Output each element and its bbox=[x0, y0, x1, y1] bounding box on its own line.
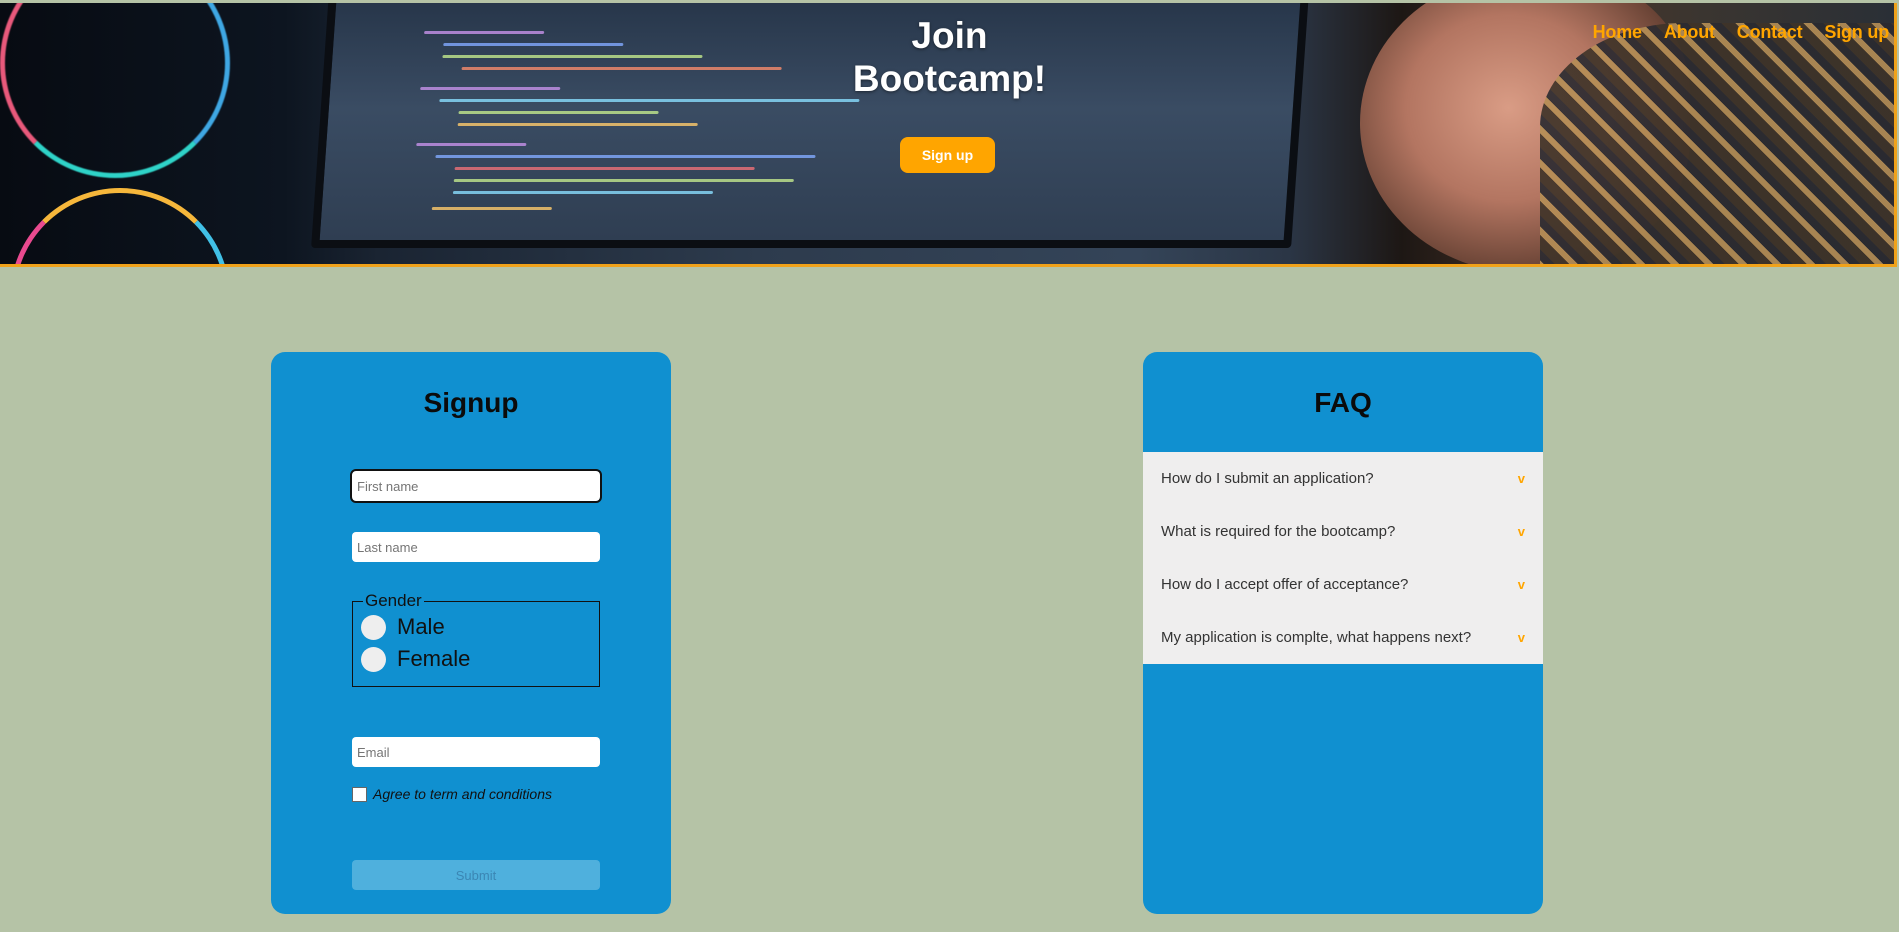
male-label: Male bbox=[397, 614, 445, 639]
faq-item[interactable]: How do I accept offer of acceptance? v bbox=[1143, 558, 1543, 611]
submit-button[interactable]: Submit bbox=[352, 860, 600, 890]
gender-option-female[interactable]: Female bbox=[361, 643, 591, 675]
nav-signup-link[interactable]: Sign up bbox=[1824, 22, 1889, 43]
nav-home-link[interactable]: Home bbox=[1593, 22, 1642, 43]
email-input[interactable] bbox=[352, 737, 600, 767]
faq-item[interactable]: My application is complte, what happens … bbox=[1143, 611, 1543, 664]
faq-question: My application is complte, what happens … bbox=[1161, 629, 1472, 646]
gender-legend: Gender bbox=[365, 591, 422, 610]
faq-item[interactable]: What is required for the bootcamp? v bbox=[1143, 505, 1543, 558]
faq-card: FAQ How do I submit an application? v Wh… bbox=[1143, 352, 1543, 914]
female-label: Female bbox=[397, 646, 471, 671]
faq-item[interactable]: How do I submit an application? v bbox=[1143, 452, 1543, 505]
terms-row[interactable]: Agree to term and conditions bbox=[352, 786, 552, 802]
faq-question: How do I accept offer of acceptance? bbox=[1161, 576, 1409, 593]
chevron-down-icon[interactable]: v bbox=[1518, 630, 1525, 645]
top-nav: Home About Contact Sign up bbox=[1593, 22, 1890, 43]
terms-label: Agree to term and conditions bbox=[373, 786, 552, 802]
signup-card: Signup Gender Male Female Agree to term … bbox=[271, 352, 671, 914]
gender-fieldset: Gender Male Female bbox=[352, 591, 600, 687]
male-radio[interactable] bbox=[361, 614, 386, 640]
terms-checkbox[interactable] bbox=[352, 786, 367, 802]
chevron-down-icon[interactable]: v bbox=[1518, 577, 1525, 592]
chevron-down-icon[interactable]: v bbox=[1518, 524, 1525, 539]
faq-question: How do I submit an application? bbox=[1161, 470, 1374, 487]
chevron-down-icon[interactable]: v bbox=[1518, 471, 1525, 486]
hero-signup-button[interactable]: Sign up bbox=[900, 137, 995, 173]
hero-title-line2: Bootcamp! bbox=[852, 58, 1047, 99]
nav-contact-link[interactable]: Contact bbox=[1737, 22, 1803, 43]
rgb-fan-ring-decoration bbox=[10, 188, 230, 264]
faq-question: What is required for the bootcamp? bbox=[1161, 523, 1396, 540]
first-name-input[interactable] bbox=[350, 469, 602, 503]
female-radio[interactable] bbox=[361, 646, 386, 672]
faq-title: FAQ bbox=[1314, 387, 1372, 418]
gender-option-male[interactable]: Male bbox=[361, 611, 591, 643]
last-name-input[interactable] bbox=[352, 532, 600, 562]
nav-about-link[interactable]: About bbox=[1664, 22, 1715, 43]
faq-list: How do I submit an application? v What i… bbox=[1143, 452, 1543, 664]
signup-title: Signup bbox=[423, 387, 519, 418]
